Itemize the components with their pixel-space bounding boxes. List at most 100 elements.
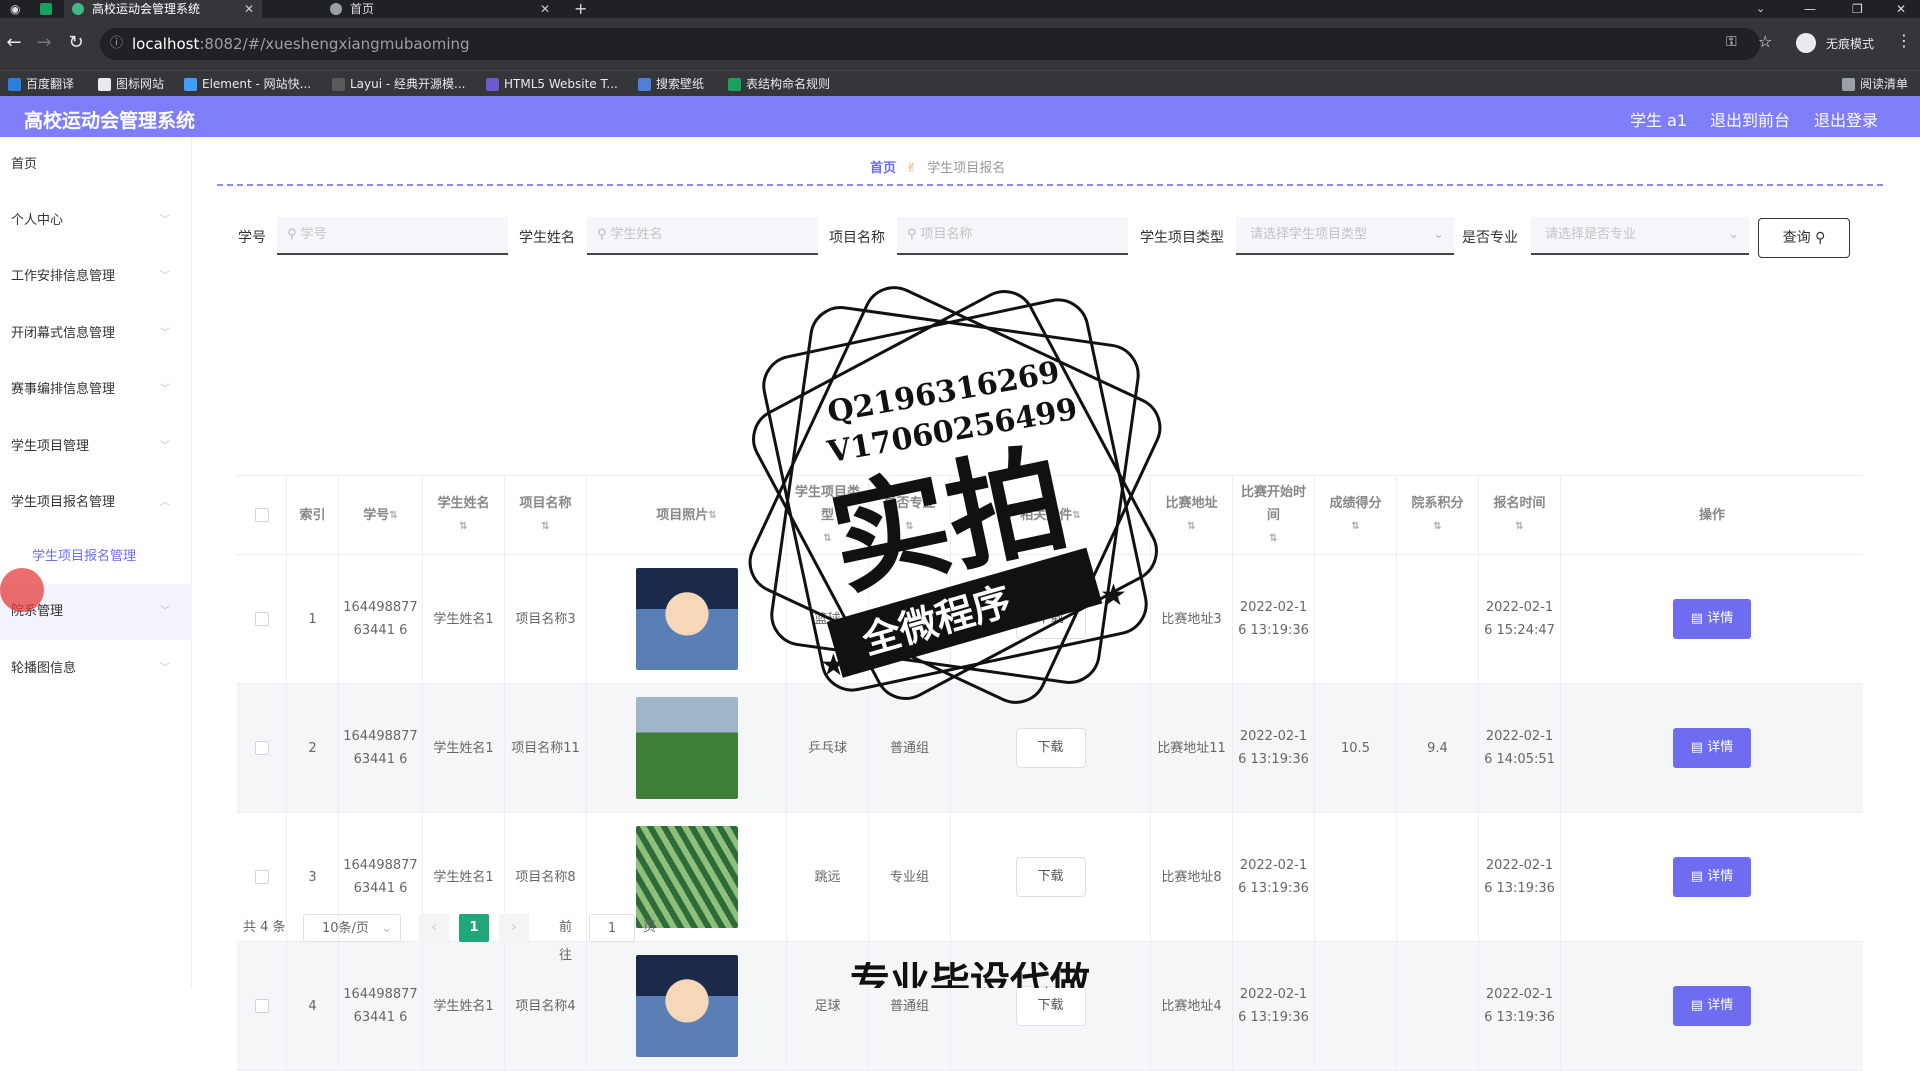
professional-select[interactable]: 请选择是否专业 ⌄ bbox=[1531, 217, 1749, 255]
cell-dept-points bbox=[1397, 813, 1479, 941]
sort-icon[interactable]: ⇅ bbox=[905, 515, 913, 538]
detail-button[interactable]: ▤ 详情 bbox=[1673, 857, 1751, 897]
project-photo[interactable] bbox=[635, 568, 738, 670]
header-actions: 操作 bbox=[1561, 476, 1863, 554]
reading-list[interactable]: 阅读清单 bbox=[1840, 75, 1908, 93]
bookmark-item[interactable]: 图标网站 bbox=[96, 75, 164, 93]
document-icon: ▤ bbox=[1690, 869, 1708, 884]
student-name-input[interactable]: ⚲ 学生姓名 bbox=[587, 217, 818, 255]
browser-menu-icon[interactable]: ◉ bbox=[10, 2, 20, 16]
project-photo[interactable] bbox=[635, 955, 738, 1057]
bookmark-item[interactable]: 搜索壁纸 bbox=[636, 75, 704, 93]
header-photo[interactable]: 项目照片 ⇅ bbox=[587, 476, 787, 554]
sort-icon[interactable]: ⇅ bbox=[541, 515, 549, 538]
header-professional[interactable]: 是否专业 ⇅ bbox=[869, 476, 951, 554]
header-score[interactable]: 成绩得分 ⇅ bbox=[1315, 476, 1397, 554]
next-page-button[interactable]: › bbox=[499, 914, 529, 942]
incognito-label[interactable]: 无痕模式 bbox=[1826, 35, 1874, 52]
cell-text: 2022-02-16 13:19:36 bbox=[1484, 987, 1555, 1025]
header-dept-points[interactable]: 院系积分 ⇅ bbox=[1397, 476, 1479, 554]
minimize-icon[interactable]: — bbox=[1804, 0, 1816, 18]
bookmark-item[interactable]: HTML5 Website T... bbox=[484, 75, 618, 93]
row-checkbox[interactable] bbox=[254, 999, 269, 1013]
sort-icon[interactable]: ⇅ bbox=[1515, 515, 1523, 538]
back-icon[interactable]: ← bbox=[2, 32, 26, 53]
detail-button[interactable]: ▤ 详情 bbox=[1673, 599, 1751, 639]
forward-icon[interactable]: → bbox=[32, 32, 56, 53]
cell-file: 下载 bbox=[951, 684, 1151, 812]
page-number-active[interactable]: 1 bbox=[459, 914, 489, 942]
goto-page-input[interactable]: 1 bbox=[589, 914, 635, 942]
detail-button[interactable]: ▤ 详情 bbox=[1673, 986, 1751, 1026]
sidebar-item-ceremony[interactable]: 开闭幕式信息管理 ﹀ bbox=[0, 306, 192, 362]
bookmark-item[interactable]: Layui - 经典开源模... bbox=[330, 75, 465, 93]
star-icon[interactable]: ☆ bbox=[1758, 32, 1772, 51]
restore-icon[interactable]: ❐ bbox=[1852, 0, 1863, 18]
back-to-front-link[interactable]: 退出到前台 bbox=[1710, 107, 1790, 131]
tab-search-icon[interactable]: ⌄ bbox=[1756, 0, 1765, 18]
row-checkbox[interactable] bbox=[254, 612, 269, 626]
reload-icon[interactable]: ↻ bbox=[64, 32, 88, 53]
download-button[interactable]: 下载 bbox=[1015, 728, 1086, 768]
document-icon: ▤ bbox=[1690, 740, 1708, 755]
header-files[interactable]: 相关文件 ⇅ bbox=[951, 476, 1151, 554]
sort-icon[interactable]: ⇅ bbox=[459, 515, 467, 538]
search-button[interactable]: 查询 ⚲ bbox=[1758, 218, 1850, 258]
sidebar-item-student-project[interactable]: 学生项目管理 ﹀ bbox=[0, 419, 192, 475]
close-window-icon[interactable]: ✕ bbox=[1896, 0, 1906, 18]
header-project-name[interactable]: 项目名称 ⇅ bbox=[505, 476, 587, 554]
sort-icon[interactable]: ⇅ bbox=[823, 527, 831, 550]
header-signup-time[interactable]: 报名时间 ⇅ bbox=[1479, 476, 1561, 554]
tab-active[interactable]: 高校运动会管理系统 ✕ bbox=[64, 0, 262, 18]
sidebar-item-work-plan[interactable]: 工作安排信息管理 ﹀ bbox=[0, 249, 192, 305]
url-field[interactable]: ⓘ localhost:8082/#/xueshengxiangmubaomin… bbox=[100, 28, 1760, 60]
breadcrumb-home[interactable]: 首页 bbox=[870, 161, 896, 176]
header-address[interactable]: 比赛地址 ⇅ bbox=[1151, 476, 1233, 554]
sidebar-item-home[interactable]: 首页 bbox=[0, 137, 192, 193]
row-checkbox[interactable] bbox=[254, 870, 269, 884]
bookmark-item[interactable]: 百度翻译 bbox=[6, 75, 74, 93]
header-start-time[interactable]: 比赛开始时间 ⇅ bbox=[1233, 476, 1315, 554]
download-button[interactable]: 下载 bbox=[1015, 986, 1086, 1026]
download-button[interactable]: 下载 bbox=[1015, 857, 1086, 897]
pinned-tab-icon[interactable] bbox=[40, 3, 52, 15]
sort-icon[interactable]: ⇅ bbox=[708, 504, 716, 527]
tab-home[interactable]: 首页 ✕ bbox=[322, 0, 558, 18]
project-photo[interactable] bbox=[635, 697, 738, 799]
sort-icon[interactable]: ⇅ bbox=[1433, 515, 1441, 538]
logout-link[interactable]: 退出登录 bbox=[1814, 107, 1878, 131]
sidebar-item-schedule[interactable]: 赛事编排信息管理 ﹀ bbox=[0, 362, 192, 418]
header-student-no[interactable]: 学号 ⇅ bbox=[339, 476, 423, 554]
close-tab-icon[interactable]: ✕ bbox=[540, 0, 550, 18]
user-label[interactable]: 学生 a1 bbox=[1630, 107, 1687, 131]
bookmark-item[interactable]: 表结构命名规则 bbox=[726, 75, 830, 93]
sidebar-item-signup[interactable]: 学生项目报名管理 ︿ bbox=[0, 475, 192, 531]
sort-icon[interactable]: ⇅ bbox=[389, 504, 397, 527]
header-project-type[interactable]: 学生项目类型 ⇅ bbox=[787, 476, 869, 554]
info-icon[interactable]: ⓘ bbox=[110, 28, 123, 60]
sort-icon[interactable]: ⇅ bbox=[1351, 515, 1359, 538]
search-icon: ⚲ bbox=[287, 227, 297, 242]
prev-page-button[interactable]: ‹ bbox=[419, 914, 449, 942]
header-student-name[interactable]: 学生姓名 ⇅ bbox=[423, 476, 505, 554]
page-size-select[interactable]: 10条/页 ⌄ bbox=[303, 914, 401, 942]
browser-menu-dots-icon[interactable]: ⋮ bbox=[1896, 31, 1912, 50]
project-type-select[interactable]: 请选择学生项目类型 ⌄ bbox=[1236, 217, 1454, 255]
sidebar-item-personal[interactable]: 个人中心 ﹀ bbox=[0, 193, 192, 249]
sort-icon[interactable]: ⇅ bbox=[1072, 504, 1080, 527]
project-name-input[interactable]: ⚲ 项目名称 bbox=[897, 217, 1128, 255]
select-all-checkbox[interactable] bbox=[254, 508, 269, 522]
sort-icon[interactable]: ⇅ bbox=[1269, 527, 1277, 550]
cell-index: 4 bbox=[287, 942, 339, 1070]
new-tab-icon[interactable]: + bbox=[574, 0, 587, 18]
detail-button[interactable]: ▤ 详情 bbox=[1673, 728, 1751, 768]
row-checkbox[interactable] bbox=[254, 741, 269, 755]
sidebar-item-carousel[interactable]: 轮播图信息 ﹀ bbox=[0, 641, 192, 697]
project-photo[interactable] bbox=[635, 826, 738, 928]
bookmark-item[interactable]: Element - 网站快... bbox=[182, 75, 311, 93]
sort-icon[interactable]: ⇅ bbox=[1187, 515, 1195, 538]
close-tab-icon[interactable]: ✕ bbox=[244, 0, 254, 18]
key-icon[interactable]: ⚿ bbox=[1726, 34, 1737, 50]
download-button[interactable]: 下载 bbox=[1015, 599, 1086, 639]
student-no-input[interactable]: ⚲ 学号 bbox=[277, 217, 508, 255]
